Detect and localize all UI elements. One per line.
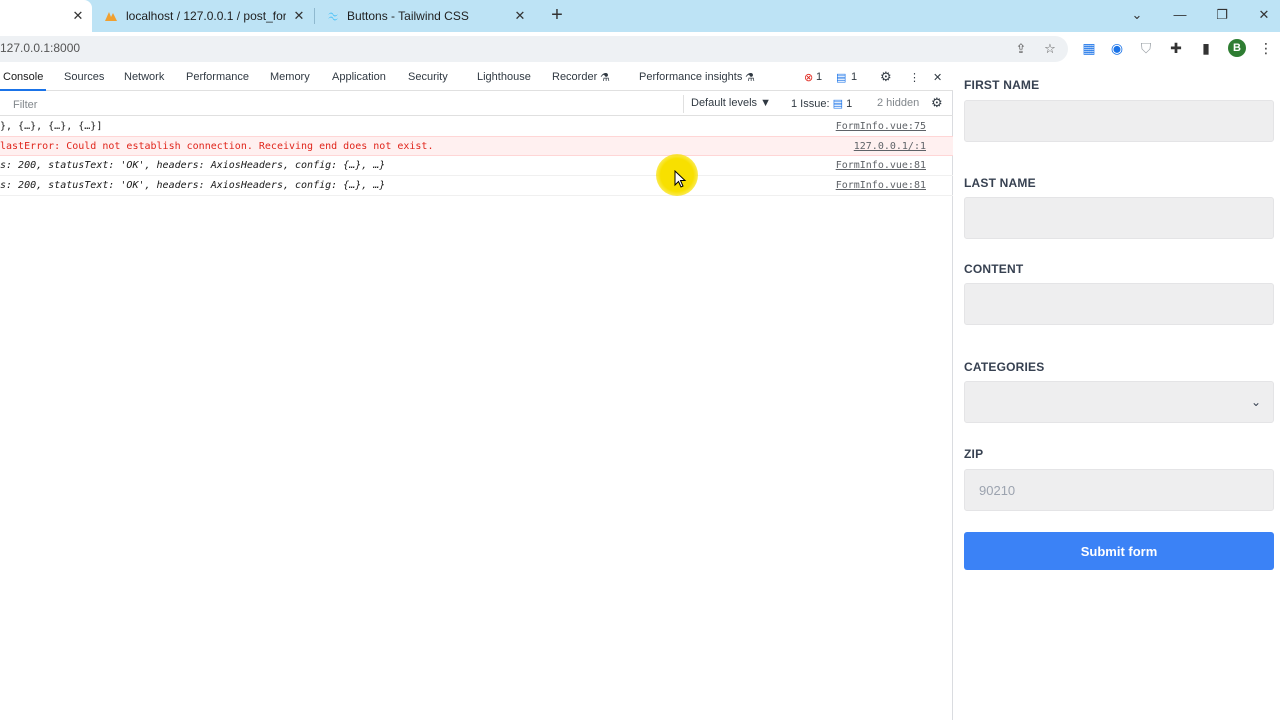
- tab-performance-insights[interactable]: Performance insights: [639, 71, 742, 83]
- filter-placeholder: Filter: [13, 99, 38, 111]
- devtools-tabbar: Console Sources Network Performance Memo…: [0, 66, 953, 91]
- content-label: CONTENT: [964, 262, 1024, 276]
- tab-recorder[interactable]: Recorder: [552, 71, 597, 83]
- log-levels-dropdown[interactable]: Default levels ▼: [691, 97, 771, 109]
- caret-down-icon: ▼: [760, 97, 771, 109]
- close-icon[interactable]: ✕: [512, 8, 528, 24]
- avatar[interactable]: B: [1228, 39, 1246, 57]
- browser-tab-strip: ✕ localhost / 127.0.0.1 / post_form ✕ Bu…: [0, 0, 1280, 32]
- mouse-pointer-icon: [674, 170, 687, 188]
- first-name-label: FIRST NAME: [964, 78, 1040, 92]
- close-devtools-icon[interactable]: ✕: [933, 71, 942, 84]
- console-message: s: 200, statusText: 'OK', headers: Axios…: [0, 180, 386, 191]
- first-name-input[interactable]: [964, 100, 1274, 142]
- console-source-link[interactable]: FormInfo.vue:81: [836, 160, 926, 171]
- shield-icon[interactable]: ⛉: [1138, 40, 1154, 56]
- address-bar[interactable]: 127.0.0.1:8000 ⇪ ☆: [0, 36, 1068, 62]
- console-row[interactable]: }, {…}, {…}, {…}] FormInfo.vue:75: [0, 117, 953, 137]
- puzzle-icon[interactable]: ✚: [1168, 40, 1184, 56]
- flask-icon: ⚗: [600, 72, 610, 84]
- devtools-panel: Console Sources Network Performance Memo…: [0, 66, 953, 720]
- tab-sources[interactable]: Sources: [64, 71, 104, 83]
- active-tab-indicator: [0, 89, 46, 91]
- console-filter-bar: Filter Default levels ▼ 1 Issue: ▤ 1 2 h…: [0, 92, 953, 116]
- url-text[interactable]: 127.0.0.1:8000: [0, 41, 80, 55]
- share-icon[interactable]: ⇪: [1014, 42, 1028, 56]
- console-error-row[interactable]: lastError: Could not establish connectio…: [0, 136, 953, 156]
- tab-security[interactable]: Security: [408, 71, 448, 83]
- last-name-input[interactable]: [964, 197, 1274, 239]
- gear-icon[interactable]: ⚙: [880, 69, 892, 85]
- tab-lighthouse[interactable]: Lighthouse: [477, 71, 531, 83]
- side-panel-icon[interactable]: ▮: [1198, 40, 1214, 56]
- last-name-label: LAST NAME: [964, 176, 1036, 190]
- categories-select[interactable]: ⌄: [964, 381, 1274, 423]
- grammarly-icon[interactable]: ◉: [1109, 40, 1125, 56]
- log-levels-label: Default levels: [691, 97, 758, 109]
- tailwind-icon: [328, 12, 338, 21]
- console-row[interactable]: s: 200, statusText: 'OK', headers: Axios…: [0, 176, 953, 196]
- console-source-link[interactable]: FormInfo.vue:75: [836, 121, 926, 132]
- issues-label: 1 Issue:: [791, 98, 830, 110]
- new-tab-icon[interactable]: +: [548, 5, 566, 25]
- message-icon[interactable]: ▤: [836, 71, 846, 84]
- console-message: lastError: Could not establish connectio…: [0, 141, 434, 152]
- flask-icon: ⚗: [745, 72, 755, 84]
- console-message: s: 200, statusText: 'OK', headers: Axios…: [0, 160, 386, 171]
- console-message: }, {…}, {…}, {…}]: [0, 121, 103, 132]
- filter-input[interactable]: Filter: [6, 95, 684, 113]
- minimize-icon[interactable]: —: [1170, 6, 1190, 24]
- restore-icon[interactable]: ❐: [1212, 6, 1232, 24]
- content-input[interactable]: [964, 283, 1274, 325]
- console-source-link[interactable]: FormInfo.vue:81: [836, 180, 926, 191]
- console-settings-icon[interactable]: ⚙: [931, 95, 943, 111]
- post-form: FIRST NAME LAST NAME CONTENT CATEGORIES …: [954, 66, 1280, 720]
- tab-application[interactable]: Application: [332, 71, 386, 83]
- message-count[interactable]: 1: [851, 71, 857, 83]
- menu-icon[interactable]: ⋮: [1258, 40, 1274, 56]
- zip-input[interactable]: 90210: [964, 469, 1274, 511]
- zip-label: ZIP: [964, 447, 984, 461]
- tab-phpmyadmin[interactable]: localhost / 127.0.0.1 / post_form ✕: [92, 0, 314, 32]
- extension-icon[interactable]: ▦: [1081, 40, 1097, 56]
- phpmyadmin-icon: [105, 12, 117, 21]
- tab-active[interactable]: ✕: [0, 0, 92, 32]
- zip-placeholder: 90210: [979, 482, 1016, 498]
- tab-title: localhost / 127.0.0.1 / post_form: [126, 9, 286, 23]
- chevron-down-icon: ⌄: [1250, 395, 1261, 409]
- tab-separator: [314, 8, 315, 24]
- tab-title: Buttons - Tailwind CSS: [347, 9, 469, 23]
- categories-label: CATEGORIES: [964, 360, 1045, 374]
- tab-tailwind[interactable]: Buttons - Tailwind CSS ✕: [316, 0, 538, 32]
- hidden-count: 2 hidden: [877, 97, 920, 109]
- tab-search-icon[interactable]: ⌄: [1127, 6, 1147, 24]
- close-icon[interactable]: ✕: [291, 8, 307, 24]
- close-icon[interactable]: ✕: [70, 8, 86, 24]
- star-icon[interactable]: ☆: [1043, 42, 1057, 56]
- issues-button[interactable]: 1 Issue: ▤ 1: [791, 97, 852, 110]
- more-icon[interactable]: ⋮: [909, 71, 920, 84]
- console-row[interactable]: s: 200, statusText: 'OK', headers: Axios…: [0, 156, 953, 176]
- issue-icon: ▤: [832, 98, 843, 110]
- error-icon[interactable]: ⊗: [804, 71, 813, 84]
- close-window-icon[interactable]: ✕: [1254, 6, 1274, 24]
- error-count[interactable]: 1: [816, 71, 822, 83]
- tab-console[interactable]: Console: [3, 71, 43, 83]
- submit-form-button[interactable]: Submit form: [964, 532, 1274, 570]
- issues-count: 1: [846, 98, 853, 110]
- tab-memory[interactable]: Memory: [270, 71, 310, 83]
- console-source-link[interactable]: 127.0.0.1/:1: [854, 141, 926, 152]
- tab-performance[interactable]: Performance: [186, 71, 249, 83]
- tab-network[interactable]: Network: [124, 71, 164, 83]
